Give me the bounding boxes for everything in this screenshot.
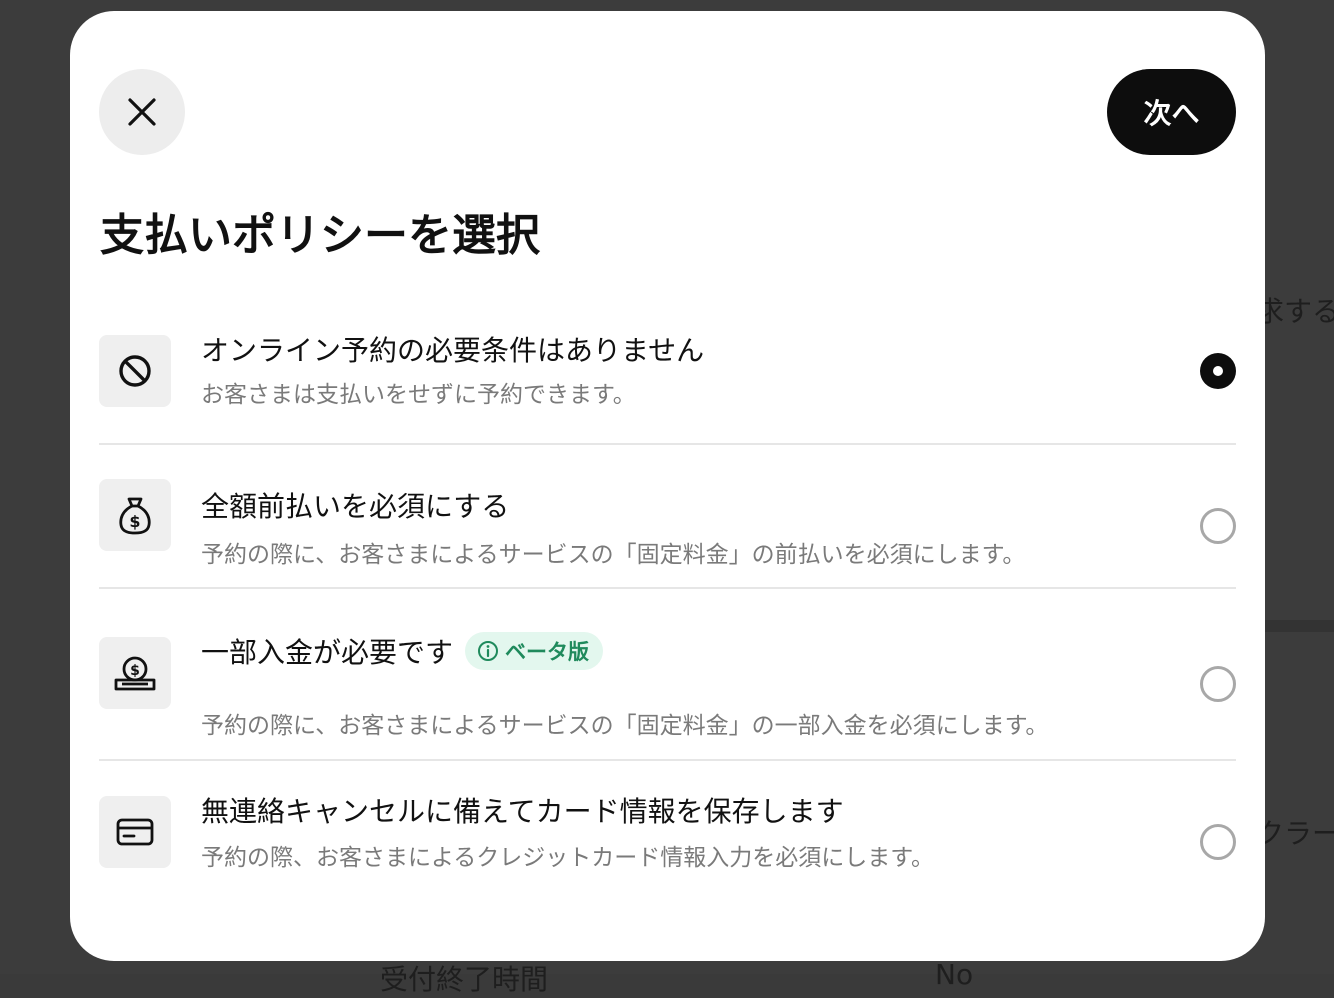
svg-text:$: $ [130, 663, 140, 679]
background-text-bottom-mid: No [935, 958, 974, 991]
option-title: 全額前払いを必須にする [201, 490, 510, 523]
background-text-bottom: クラー [1256, 817, 1334, 850]
coin-slot-icon: $ [99, 637, 171, 709]
close-button[interactable] [99, 69, 185, 155]
background-text-top: 求する [1256, 295, 1334, 328]
option-title-row: 一部入金が必要です ベータ版 [201, 631, 604, 671]
beta-badge-label: ベータ版 [505, 640, 590, 664]
info-icon [478, 641, 499, 661]
option-description: 予約の際に、お客さまによるサービスの「固定料金」の前払いを必須にします。 [201, 542, 1026, 568]
credit-card-icon [99, 796, 171, 868]
payment-policy-dialog: 次へ 支払いポリシーを選択 オンライン予約の必要条件はありません お客さまは支払… [70, 11, 1265, 961]
option-no-requirement[interactable]: オンライン予約の必要条件はありません お客さまは支払いをせずに予約できます。 [99, 307, 1236, 441]
option-description: 予約の際、お客さまによるクレジットカード情報入力を必須にします。 [201, 845, 935, 871]
option-title: 無連絡キャンセルに備えてカード情報を保存します [201, 795, 844, 828]
option-description: 予約の際に、お客さまによるサービスの「固定料金」の一部入金を必須にします。 [201, 713, 1049, 739]
close-icon [128, 98, 156, 126]
radio-unselected[interactable] [1200, 666, 1236, 702]
page-title: 支払いポリシーを選択 [100, 210, 540, 261]
background-panel [1262, 620, 1334, 632]
prohibited-icon [99, 335, 171, 407]
radio-selected[interactable] [1200, 353, 1236, 389]
option-partial-deposit[interactable]: $ 一部入金が必要です ベータ版 予約の際に、お客さまによるサービスの「固定料金… [99, 589, 1236, 759]
radio-unselected[interactable] [1200, 824, 1236, 860]
option-title: 一部入金が必要です [201, 636, 454, 669]
money-bag-icon: $ [99, 479, 171, 551]
option-title: オンライン予約の必要条件はありません [201, 334, 705, 367]
option-full-prepayment[interactable]: $ 全額前払いを必須にする 予約の際に、お客さまによるサービスの「固定料金」の前… [99, 445, 1236, 587]
radio-unselected[interactable] [1200, 508, 1236, 544]
svg-text:$: $ [129, 512, 140, 531]
next-button[interactable]: 次へ [1107, 69, 1236, 155]
background-text-bottom-left: 受付終了時間 [380, 963, 549, 996]
beta-badge[interactable]: ベータ版 [465, 632, 604, 670]
option-save-card[interactable]: 無連絡キャンセルに備えてカード情報を保存します 予約の際、お客さまによるクレジッ… [99, 761, 1236, 901]
option-description: お客さまは支払いをせずに予約できます。 [201, 382, 636, 408]
